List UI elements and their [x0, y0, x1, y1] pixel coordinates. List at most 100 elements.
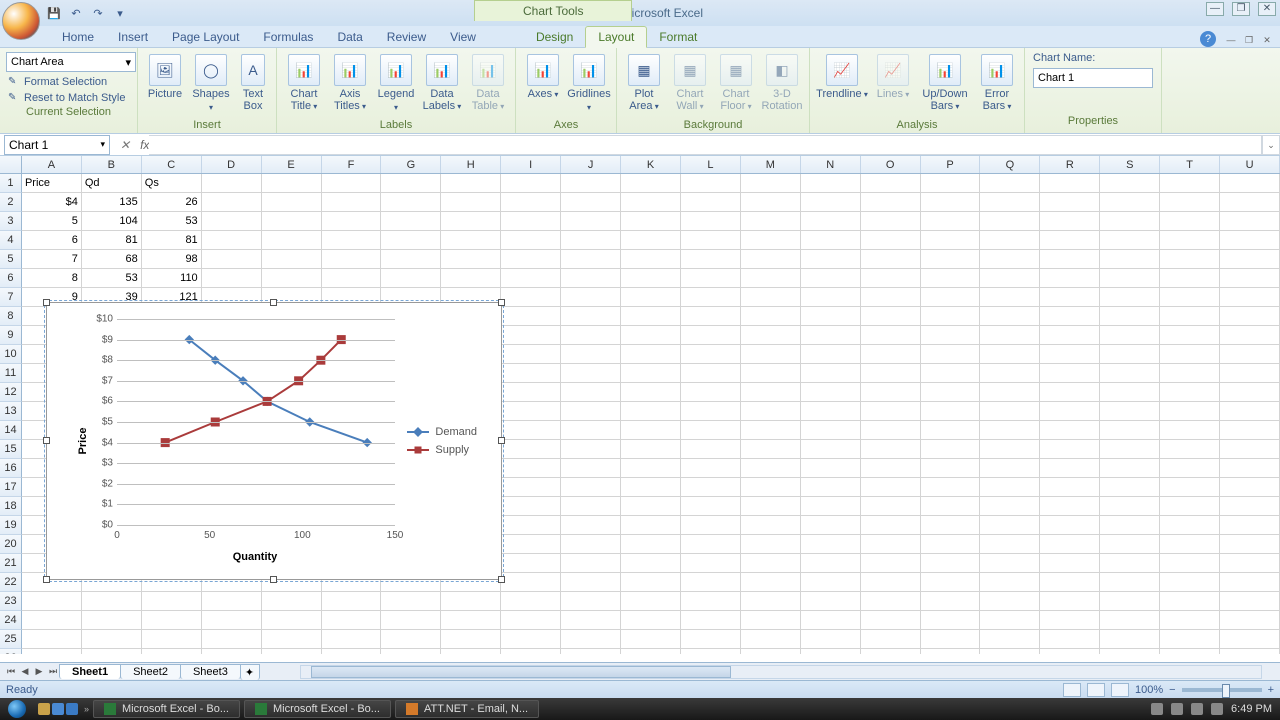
cell[interactable] — [561, 364, 621, 383]
chart-floor-button[interactable]: ▦Chart Floor — [715, 50, 757, 113]
worksheet-grid[interactable]: ABCDEFGHIJKLMNOPQRSTU 1PriceQdQs2$413526… — [0, 156, 1280, 654]
cell[interactable] — [322, 231, 382, 250]
cell[interactable]: 53 — [82, 269, 142, 288]
cell[interactable] — [861, 174, 921, 193]
cell[interactable] — [142, 630, 202, 649]
cell[interactable] — [980, 250, 1040, 269]
cell[interactable]: 104 — [82, 212, 142, 231]
column-header[interactable]: D — [202, 156, 262, 173]
cell[interactable] — [501, 516, 561, 535]
cell[interactable] — [1160, 535, 1220, 554]
tab-home[interactable]: Home — [50, 27, 106, 47]
plot-area[interactable]: $0$1$2$3$4$5$6$7$8$9$10050100150 — [117, 319, 395, 525]
cell[interactable] — [441, 649, 501, 654]
cell[interactable]: 7 — [22, 250, 82, 269]
cell[interactable] — [681, 516, 741, 535]
cell[interactable] — [1040, 345, 1100, 364]
row-header[interactable]: 10 — [0, 345, 22, 364]
cell[interactable] — [801, 478, 861, 497]
cell[interactable] — [1220, 326, 1280, 345]
cell[interactable] — [801, 269, 861, 288]
cell[interactable] — [1220, 535, 1280, 554]
cell[interactable] — [861, 554, 921, 573]
cell[interactable] — [861, 573, 921, 592]
row-header[interactable]: 16 — [0, 459, 22, 478]
cell[interactable] — [1100, 250, 1160, 269]
cell[interactable] — [1160, 383, 1220, 402]
cell[interactable] — [1160, 611, 1220, 630]
cell[interactable] — [202, 592, 262, 611]
cell[interactable] — [501, 288, 561, 307]
cell[interactable] — [381, 592, 441, 611]
row-header[interactable]: 23 — [0, 592, 22, 611]
cell[interactable] — [861, 421, 921, 440]
cell[interactable] — [501, 459, 561, 478]
cell[interactable] — [1040, 288, 1100, 307]
cell[interactable] — [980, 478, 1040, 497]
taskbar-app-1[interactable]: Microsoft Excel - Bo... — [93, 700, 240, 718]
pinned-explorer-icon[interactable] — [38, 703, 50, 715]
cell[interactable] — [980, 174, 1040, 193]
cell[interactable] — [561, 174, 621, 193]
tab-review[interactable]: Review — [375, 27, 438, 47]
cell[interactable] — [1160, 288, 1220, 307]
cell[interactable] — [1040, 250, 1100, 269]
cell[interactable] — [1220, 611, 1280, 630]
cell[interactable] — [262, 212, 322, 231]
pinned-ie-icon[interactable] — [66, 703, 78, 715]
name-box[interactable]: Chart 1▾ — [4, 135, 110, 155]
cell[interactable] — [561, 288, 621, 307]
cell[interactable] — [741, 250, 801, 269]
cell[interactable] — [980, 535, 1040, 554]
cell[interactable] — [741, 573, 801, 592]
cell[interactable] — [1040, 383, 1100, 402]
cell[interactable] — [741, 364, 801, 383]
maximize-button[interactable]: ❐ — [1232, 2, 1250, 16]
cell[interactable] — [741, 307, 801, 326]
cell[interactable] — [1220, 250, 1280, 269]
close-button[interactable]: ✕ — [1258, 2, 1276, 16]
cell[interactable] — [501, 193, 561, 212]
cell[interactable] — [861, 649, 921, 654]
cell[interactable] — [22, 630, 82, 649]
cell[interactable] — [921, 516, 981, 535]
column-header[interactable]: G — [381, 156, 441, 173]
workbook-minimize[interactable]: — — [1224, 35, 1238, 47]
taskbar-chevron-icon[interactable]: » — [84, 704, 89, 714]
sheet-nav-last[interactable]: ⏭ — [46, 666, 60, 677]
cell[interactable] — [861, 535, 921, 554]
cell[interactable] — [1040, 592, 1100, 611]
cell[interactable] — [801, 459, 861, 478]
cell[interactable] — [1040, 573, 1100, 592]
cell[interactable] — [801, 174, 861, 193]
cell[interactable] — [861, 630, 921, 649]
cell[interactable] — [561, 307, 621, 326]
sheet-tab-3[interactable]: Sheet3 — [180, 664, 241, 679]
cell[interactable] — [1160, 516, 1220, 535]
cell[interactable] — [921, 554, 981, 573]
chart-wall-button[interactable]: ▦Chart Wall — [669, 50, 711, 113]
format-selection-button[interactable]: Format Selection — [6, 74, 131, 90]
cell[interactable] — [741, 269, 801, 288]
cell[interactable] — [322, 592, 382, 611]
cell[interactable] — [980, 459, 1040, 478]
cell[interactable] — [980, 269, 1040, 288]
cell[interactable] — [1040, 459, 1100, 478]
column-header[interactable]: L — [681, 156, 741, 173]
cell[interactable] — [801, 345, 861, 364]
cell[interactable] — [980, 383, 1040, 402]
view-pagebreak-button[interactable] — [1111, 683, 1129, 697]
cell[interactable] — [501, 649, 561, 654]
cell[interactable] — [1220, 364, 1280, 383]
cell[interactable] — [1160, 193, 1220, 212]
cell[interactable] — [561, 459, 621, 478]
cell[interactable]: 135 — [82, 193, 142, 212]
cell[interactable] — [621, 174, 681, 193]
cell[interactable] — [621, 193, 681, 212]
picture-button[interactable]: 🖼Picture — [144, 50, 186, 100]
workbook-close[interactable]: ✕ — [1260, 35, 1274, 47]
row-header[interactable]: 4 — [0, 231, 22, 250]
cell[interactable] — [501, 478, 561, 497]
cell[interactable] — [980, 611, 1040, 630]
cell[interactable]: 5 — [22, 212, 82, 231]
